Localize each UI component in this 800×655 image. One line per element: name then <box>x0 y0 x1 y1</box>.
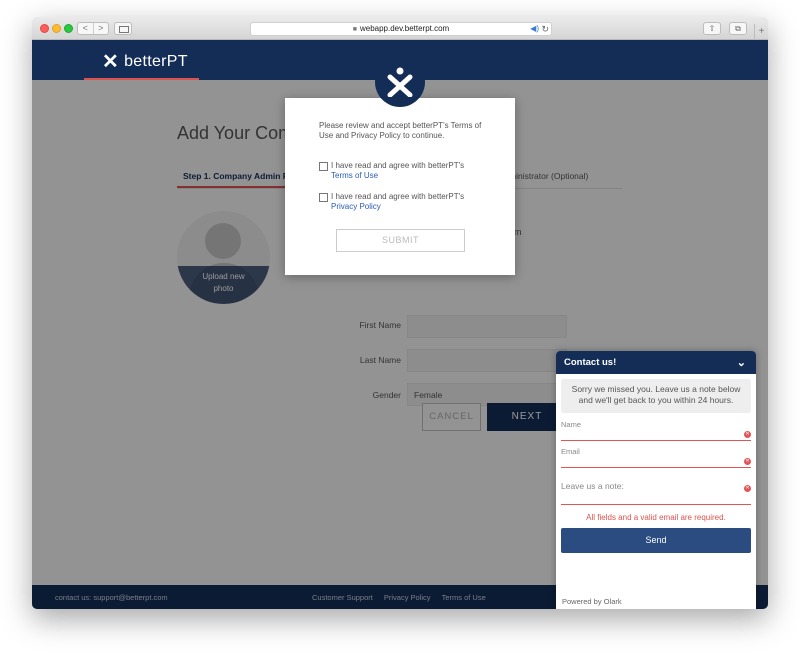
terms-modal: Please review and accept betterPT's Term… <box>285 98 515 275</box>
error-icon: ✕ <box>744 485 751 492</box>
share-icon[interactable]: ⇧ <box>703 22 721 35</box>
chat-email-field[interactable]: Email ✕ <box>561 447 751 468</box>
agree-privacy-text: I have read and agree with betterPT's <box>331 192 465 201</box>
error-icon: ✕ <box>744 458 751 465</box>
chat-note-field[interactable]: Leave us a note: ✕ <box>561 481 751 505</box>
maximize-window-button[interactable] <box>64 24 73 33</box>
terms-of-use-link[interactable]: Terms of Use <box>331 171 378 180</box>
brand-name: betterPT <box>124 52 188 70</box>
chat-message: Sorry we missed you. Leave us a note bel… <box>561 379 751 413</box>
chat-error-text: All fields and a valid email are require… <box>586 513 726 522</box>
address-bar[interactable]: ■ webapp.dev.betterpt.com ◀) ↻ <box>250 22 552 36</box>
agree-privacy-checkbox[interactable] <box>319 193 328 202</box>
url-text: webapp.dev.betterpt.com <box>359 24 450 33</box>
privacy-policy-link[interactable]: Privacy Policy <box>331 202 381 211</box>
chat-note-placeholder: Leave us a note: <box>561 481 624 491</box>
close-window-button[interactable] <box>40 24 49 33</box>
agree-terms-text: I have read and agree with betterPT's <box>331 161 465 170</box>
agree-terms-label: I have read and agree with betterPT's Te… <box>331 161 499 181</box>
modal-intro-text: Please review and accept betterPT's Term… <box>319 121 482 140</box>
forward-button[interactable]: > <box>94 23 109 34</box>
browser-toolbar: < > ■ webapp.dev.betterpt.com ◀) ↻ ⇧ ⧉ + <box>32 17 768 40</box>
chat-header[interactable]: Contact us! ⌄ <box>556 351 756 374</box>
back-button[interactable]: < <box>78 23 94 34</box>
person-x-icon <box>387 67 413 97</box>
new-tab-button[interactable]: + <box>754 24 768 40</box>
reload-icon[interactable]: ↻ <box>541 23 549 35</box>
chat-widget: Contact us! ⌄ Sorry we missed you. Leave… <box>556 351 756 609</box>
powered-by-olark[interactable]: Powered by Olark <box>562 597 622 606</box>
agree-privacy-label: I have read and agree with betterPT's Pr… <box>331 192 499 212</box>
betterpt-logo-icon: ✕ <box>102 51 120 73</box>
error-icon: ✕ <box>744 431 751 438</box>
minimize-window-button[interactable] <box>52 24 61 33</box>
nav-buttons: < > <box>77 22 109 35</box>
send-button[interactable]: Send <box>561 528 751 553</box>
chat-name-placeholder: Name <box>561 420 582 429</box>
chat-title: Contact us! <box>564 357 617 368</box>
betterpt-badge-icon <box>375 57 425 107</box>
sidebar-toggle-button[interactable] <box>114 22 132 35</box>
tabs-icon[interactable]: ⧉ <box>729 22 747 35</box>
agree-privacy-row: I have read and agree with betterPT's Pr… <box>319 192 499 214</box>
agree-terms-row: I have read and agree with betterPT's Te… <box>319 161 499 183</box>
chat-name-field[interactable]: Name ✕ <box>561 420 751 441</box>
lock-icon: ■ <box>352 26 357 33</box>
submit-button[interactable]: SUBMIT <box>336 229 465 252</box>
brand-logo[interactable]: ✕ betterPT <box>102 49 188 74</box>
chat-email-placeholder: Email <box>561 447 580 456</box>
agree-terms-checkbox[interactable] <box>319 162 328 171</box>
browser-window: < > ■ webapp.dev.betterpt.com ◀) ↻ ⇧ ⧉ + … <box>32 17 768 609</box>
chevron-down-icon[interactable]: ⌄ <box>737 356 746 369</box>
audio-icon[interactable]: ◀) <box>530 23 539 35</box>
